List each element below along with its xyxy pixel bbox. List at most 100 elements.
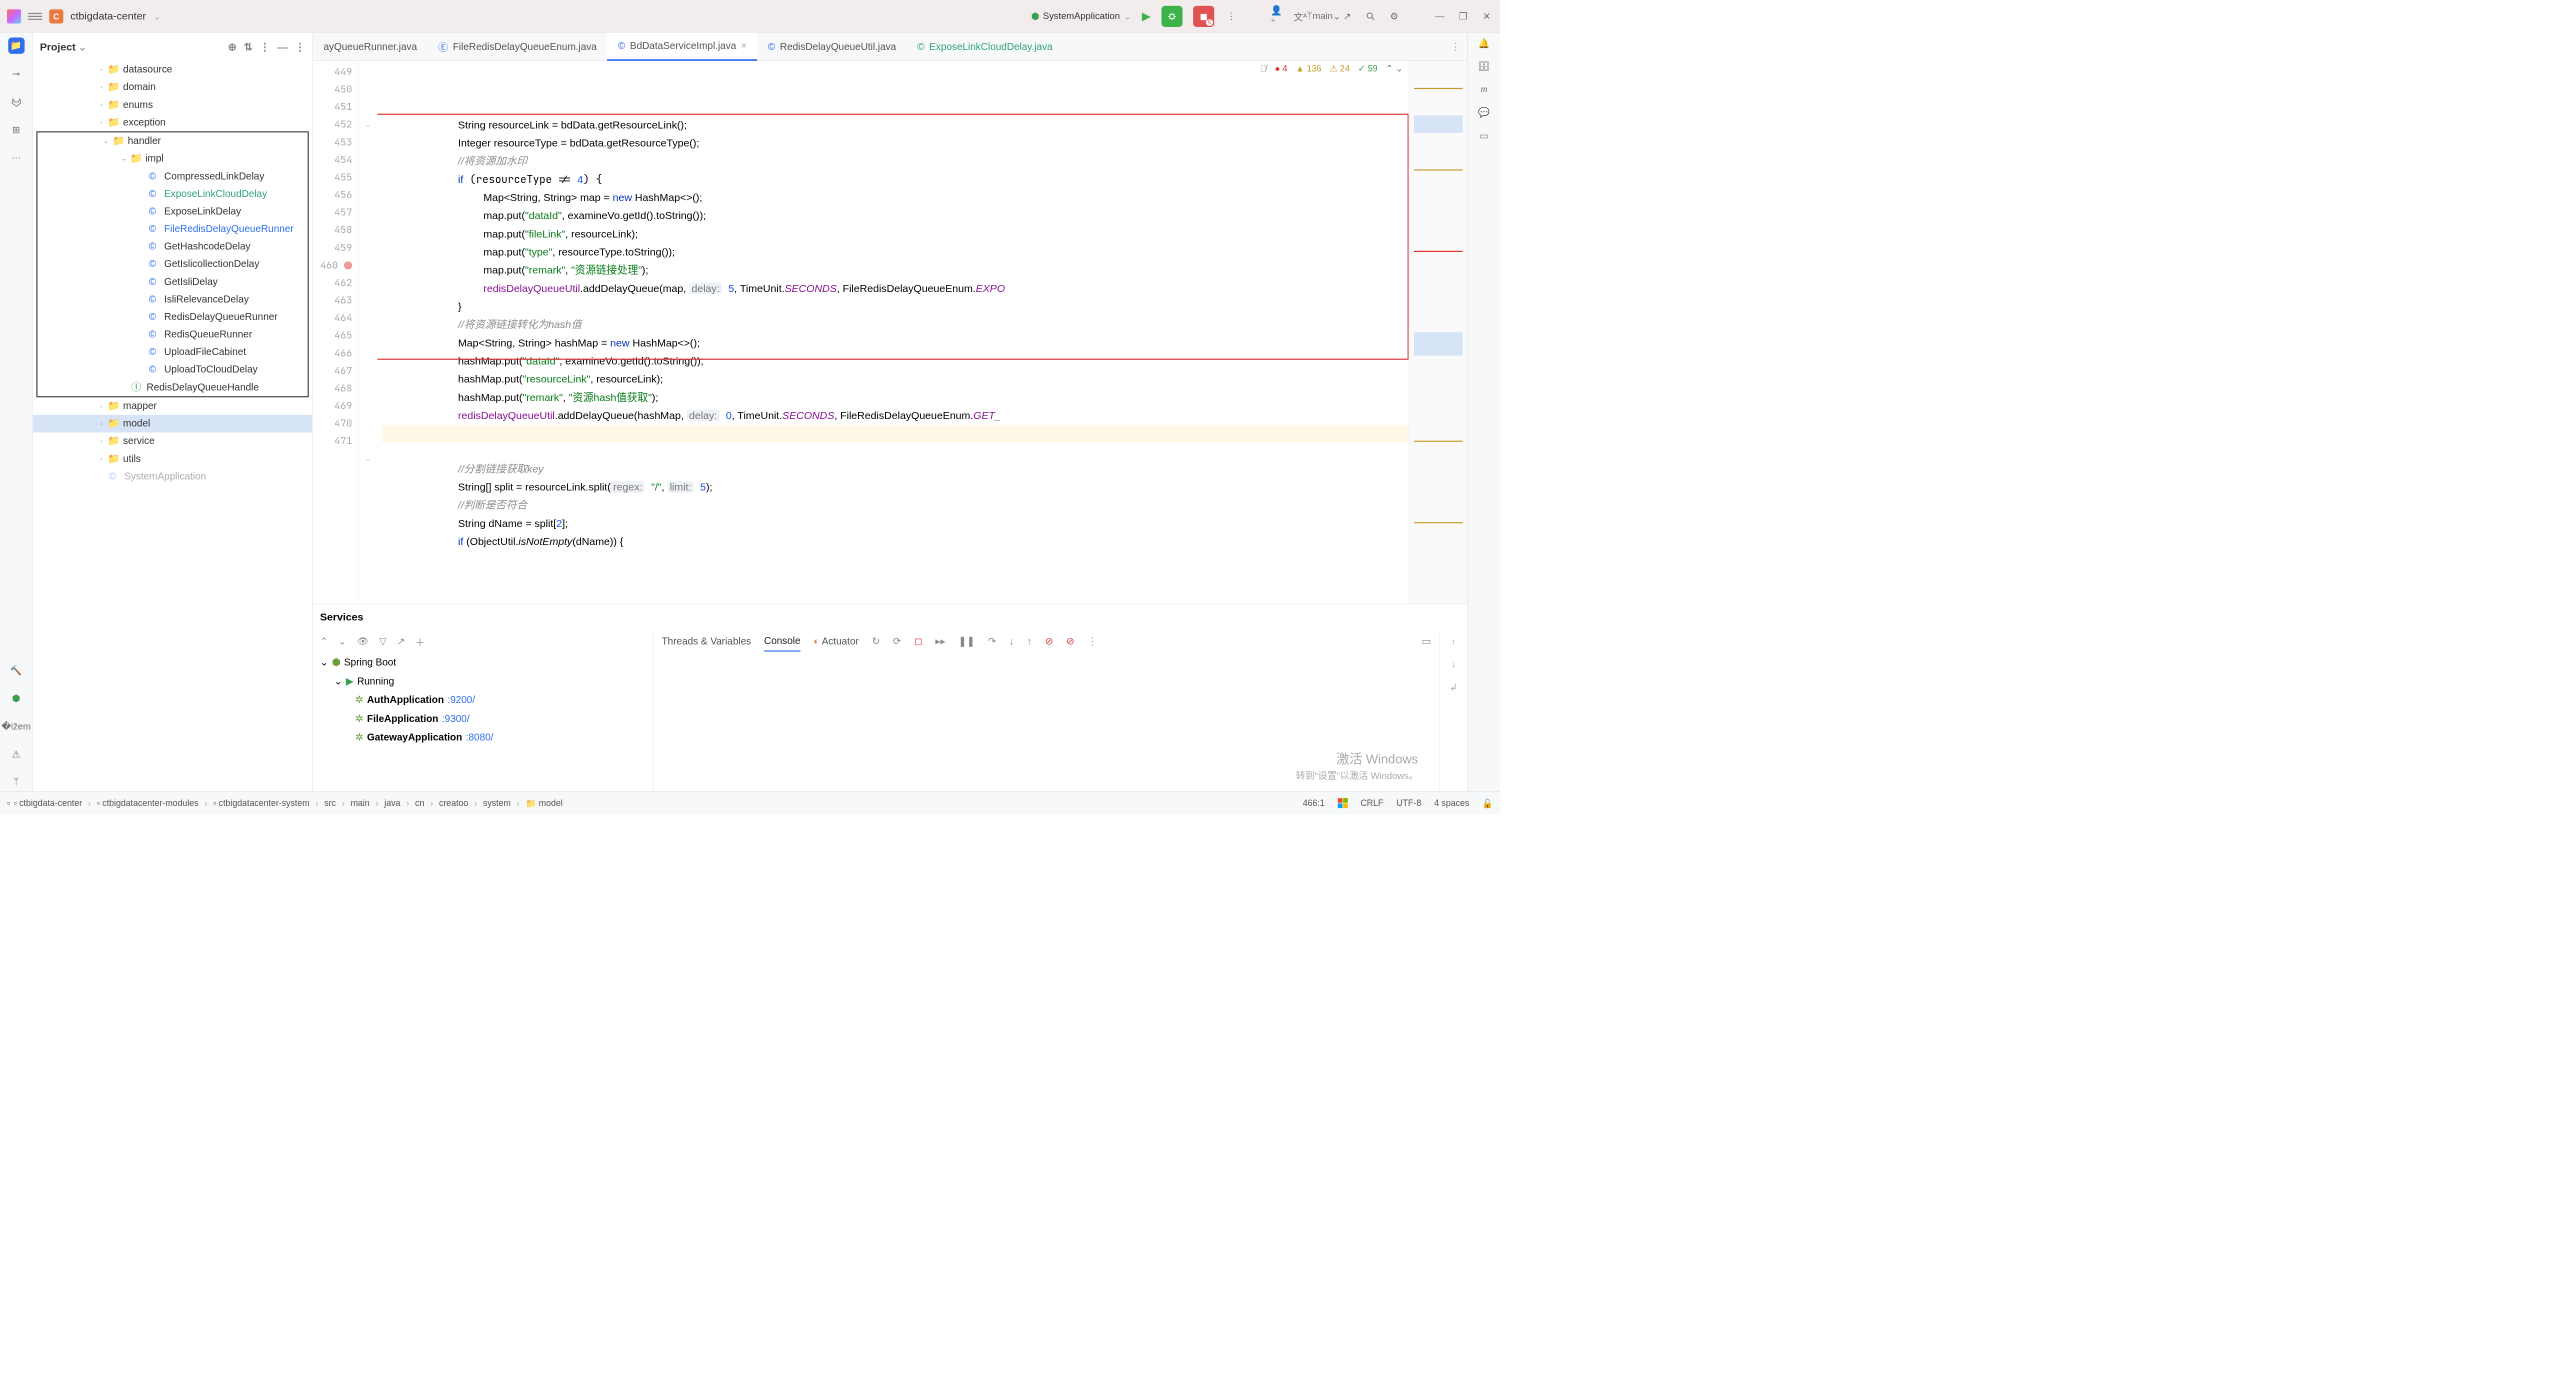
tree-file[interactable]: ExposeLinkDelay bbox=[164, 203, 241, 220]
step-out-icon[interactable]: ↑ bbox=[1027, 636, 1032, 648]
breadcrumb[interactable]: ▫ctbigdatacenter-modules bbox=[97, 798, 199, 808]
svc-port[interactable]: :8080/ bbox=[466, 728, 494, 747]
mute-bp-icon[interactable]: ⊘ bbox=[1045, 636, 1053, 648]
breadcrumb[interactable]: creatoo bbox=[439, 798, 468, 808]
breadcrumb[interactable]: java bbox=[384, 798, 400, 808]
indent[interactable]: 4 spaces bbox=[1434, 798, 1469, 808]
reader-mode-icon[interactable]: ⋮ bbox=[1451, 41, 1460, 53]
breadcrumb[interactable]: cn bbox=[415, 798, 424, 808]
tree-file[interactable]: RedisDelayQueueHandle bbox=[147, 379, 259, 396]
settings-icon[interactable]: ⚙ bbox=[1388, 10, 1401, 23]
more-actions-icon[interactable]: ⋮ bbox=[1225, 10, 1238, 23]
project-tool-icon[interactable]: 📁 bbox=[8, 38, 24, 54]
tree-file[interactable]: UploadFileCabinet bbox=[164, 344, 246, 361]
tree-item[interactable]: datasource bbox=[123, 61, 172, 78]
export-icon[interactable]: ↗ bbox=[397, 636, 405, 648]
code-editor[interactable]: 👁̸ ● 4 ▲ 136 ⚠ 24 ✓ 59 ⌃ ⌄ String resour… bbox=[377, 61, 1408, 604]
project-name[interactable]: ctbigdata-center bbox=[70, 10, 146, 22]
tab-actuator[interactable]: ◐ Actuator bbox=[813, 632, 858, 651]
encoding[interactable]: UTF-8 bbox=[1396, 798, 1421, 808]
editor-tab[interactable]: ©ExposeLinkCloudDelay.java bbox=[907, 33, 1063, 61]
layout-icon[interactable]: ▭ bbox=[1422, 636, 1431, 648]
inspection-status[interactable]: 👁̸ ● 4 ▲ 136 ⚠ 24 ✓ 59 ⌃ ⌄ bbox=[1260, 61, 1403, 77]
pause-icon[interactable]: ❚❚ bbox=[958, 636, 975, 648]
breadcrumb[interactable]: 📁model bbox=[525, 798, 562, 809]
tree-file[interactable]: SystemApplication bbox=[124, 468, 206, 485]
expand-caret-icon[interactable]: ⌃ bbox=[320, 636, 328, 648]
code-with-me-icon[interactable]: 👤⁺ bbox=[1270, 10, 1283, 23]
minimap[interactable] bbox=[1409, 61, 1468, 604]
tree-file[interactable]: UploadToCloudDelay bbox=[164, 361, 258, 378]
run-configuration-selector[interactable]: ⬢ SystemApplication ⌄ bbox=[1031, 10, 1131, 22]
tree-item-impl[interactable]: impl bbox=[145, 150, 163, 167]
window-minimize-icon[interactable]: — bbox=[1433, 10, 1446, 23]
database-icon[interactable]: 🗄 bbox=[1478, 61, 1490, 73]
editor-tab[interactable]: ⒺFileRedisDelayQueueEnum.java bbox=[428, 33, 608, 61]
editor-tab-active[interactable]: ©BdDataServiceImpl.java× bbox=[607, 33, 757, 61]
tab-threads[interactable]: Threads & Variables bbox=[662, 632, 752, 651]
notifications-icon[interactable]: 🔔 bbox=[1478, 38, 1490, 50]
svc-spring[interactable]: Spring Boot bbox=[344, 653, 396, 672]
close-icon[interactable]: × bbox=[741, 40, 747, 52]
eye-off-icon[interactable]: 👁̸ bbox=[1260, 61, 1267, 78]
build-tool-icon[interactable]: 🔨 bbox=[8, 662, 24, 678]
gitlab-tool-icon[interactable] bbox=[8, 94, 24, 110]
tree-file[interactable]: IsliRelevanceDelay bbox=[164, 291, 249, 308]
add-icon[interactable]: ＋ bbox=[415, 635, 424, 649]
maven-icon[interactable]: m bbox=[1481, 84, 1488, 95]
search-icon[interactable] bbox=[1364, 10, 1377, 23]
breadcrumb[interactable]: system bbox=[483, 798, 511, 808]
tab-console[interactable]: Console bbox=[764, 632, 801, 652]
tree-item[interactable]: enums bbox=[123, 96, 153, 113]
tree-file[interactable]: FileRedisDelayQueueRunner bbox=[164, 221, 294, 238]
more-tools-icon[interactable]: ⋯ bbox=[8, 150, 24, 166]
svc-app[interactable]: AuthApplication bbox=[367, 691, 444, 710]
run-tool-icon[interactable]: ⬢ bbox=[8, 690, 24, 706]
nav-wrap-icon[interactable]: ↲ bbox=[1450, 682, 1458, 694]
line-ending[interactable]: CRLF bbox=[1360, 798, 1383, 808]
commit-tool-icon[interactable]: ⊸ bbox=[8, 66, 24, 82]
more-icon[interactable]: ⋮ bbox=[1087, 636, 1097, 648]
nav-up-icon[interactable]: ↑ bbox=[1451, 637, 1456, 648]
svc-app[interactable]: FileApplication bbox=[367, 710, 438, 729]
cursor-position[interactable]: 466:1 bbox=[1303, 798, 1325, 808]
vcs-branch[interactable]: ᛘ main ⌄ bbox=[1317, 10, 1330, 23]
stop-square-icon[interactable]: ◻ bbox=[914, 636, 922, 648]
git-tool-icon[interactable]: ᛘ bbox=[8, 775, 24, 791]
svc-running[interactable]: Running bbox=[357, 672, 394, 691]
editor-tab[interactable]: ayQueueRunner.java bbox=[313, 33, 428, 61]
filter-icon[interactable]: ▽ bbox=[379, 636, 386, 648]
tree-file[interactable]: GetHashcodeDelay bbox=[164, 238, 250, 255]
editor-tab[interactable]: ©RedisDelayQueueUtil.java bbox=[757, 33, 906, 61]
refresh-icon[interactable]: ↻ bbox=[872, 636, 880, 648]
tree-file[interactable]: GetIsliDelay bbox=[164, 273, 218, 290]
step-into-icon[interactable]: ↓ bbox=[1009, 636, 1014, 648]
svc-port[interactable]: :9300/ bbox=[442, 710, 470, 729]
collapse-icon[interactable]: ⋮ bbox=[260, 41, 271, 53]
hide-icon[interactable]: — bbox=[277, 41, 288, 53]
open-external-icon[interactable]: ↗ bbox=[1341, 10, 1354, 23]
breadcrumb[interactable]: ▫ctbigdatacenter-system bbox=[213, 798, 309, 808]
gutter[interactable]: 449 450 451 452 453 454 455 456 457 458 … bbox=[313, 61, 359, 604]
tree-file[interactable]: RedisQueueRunner bbox=[164, 326, 252, 343]
expand-icon[interactable]: ⇅ bbox=[244, 41, 253, 53]
bookmark-icon[interactable]: ▭ bbox=[1480, 130, 1489, 142]
breadcrumb[interactable]: src bbox=[324, 798, 336, 808]
tree-item[interactable]: exception bbox=[123, 114, 166, 131]
debug-button[interactable] bbox=[1161, 6, 1182, 27]
translate-icon[interactable]: 文A bbox=[1294, 10, 1307, 23]
menu-icon[interactable]: ⋮ bbox=[295, 41, 306, 53]
stop-button[interactable]: ◼6 bbox=[1193, 6, 1214, 27]
readonly-icon[interactable]: 🔓 bbox=[1482, 798, 1493, 809]
problems-tool-icon[interactable]: ⚠ bbox=[8, 747, 24, 763]
fold-column[interactable]: ⌄⌄ bbox=[359, 61, 378, 604]
tree-item[interactable]: service bbox=[123, 433, 155, 450]
project-tree[interactable]: ›📁datasource ›📁domain ›📁enums ›📁exceptio… bbox=[33, 61, 313, 791]
breadcrumb[interactable]: ▫ctbigdata-center bbox=[14, 798, 83, 808]
window-restore-icon[interactable]: ❐ bbox=[1457, 10, 1470, 23]
nav-down-icon[interactable]: ↓ bbox=[1451, 659, 1456, 670]
window-close-icon[interactable]: ✕ bbox=[1480, 10, 1493, 23]
link-icon[interactable]: ⟳ bbox=[893, 636, 901, 648]
tree-item[interactable]: domain bbox=[123, 79, 156, 96]
tree-file[interactable]: RedisDelayQueueRunner bbox=[164, 309, 278, 326]
